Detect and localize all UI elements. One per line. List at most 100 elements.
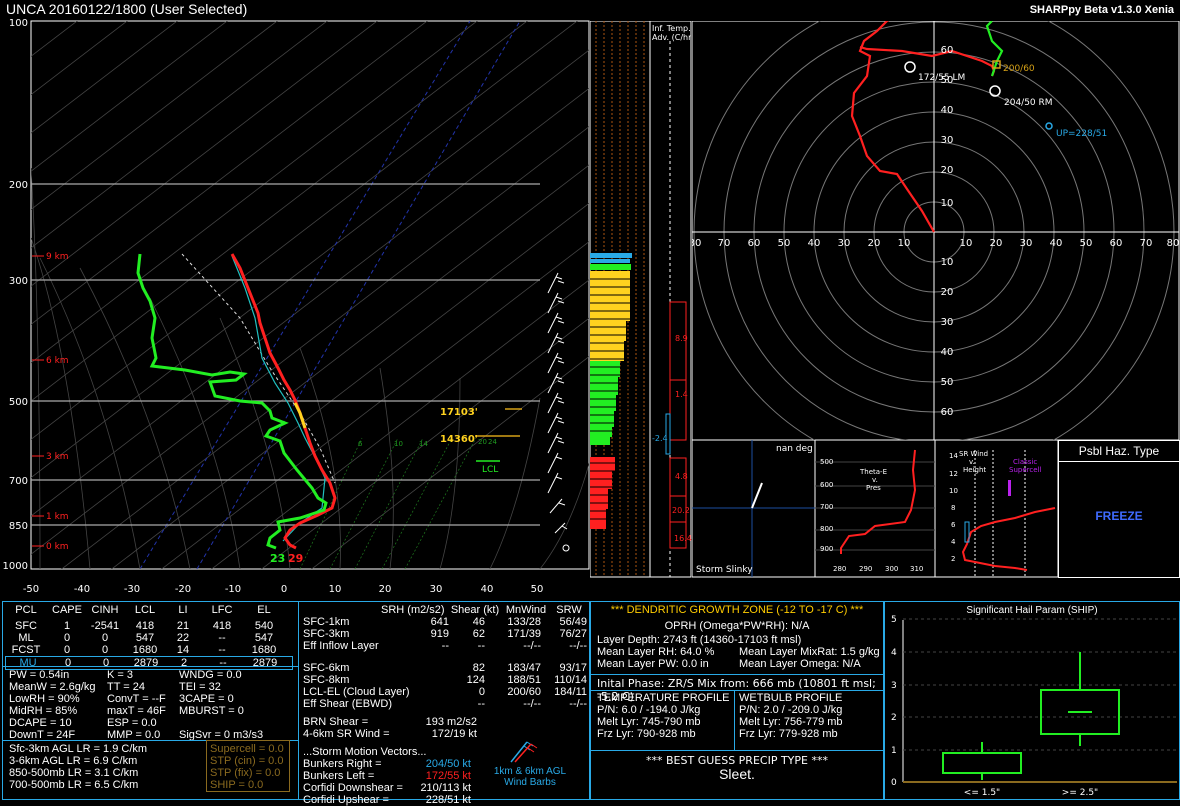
dgz-left: Mean Layer RH: 64.0 % Mean Layer PW: 0.0… bbox=[597, 646, 714, 670]
kinematics-row: Eff Shear (EBWD) -- --/-- --/-- bbox=[303, 698, 587, 710]
dgz-right: Mean Layer MixRat: 1.5 g/kg Mean Layer O… bbox=[739, 646, 880, 670]
ship-x-tick: <= 1.5" bbox=[964, 788, 1000, 798]
ring-label: 20 bbox=[990, 238, 1003, 249]
srwind-title-1: SR Wind bbox=[959, 450, 988, 458]
adv-value: 8.9 bbox=[675, 334, 688, 343]
ring-label: 20 bbox=[941, 287, 954, 298]
ring-label: 10 bbox=[941, 257, 954, 268]
adv-value: 16.4 bbox=[674, 534, 692, 543]
srwind-tick: 2 bbox=[951, 555, 955, 563]
composite-params: Supercell = 0.0 STP (cin) = 0.0 STP (fix… bbox=[206, 740, 290, 792]
parcel-cell: SFC bbox=[15, 620, 37, 632]
kin-cell: --/-- bbox=[569, 640, 587, 652]
ring-label: 60 bbox=[1110, 238, 1123, 249]
kin-cell: SFC-3km bbox=[303, 628, 350, 640]
height-label: 3 km bbox=[46, 452, 69, 462]
kin-label: Corfidi Upshear = bbox=[303, 794, 389, 806]
layer-depth-line: Layer Depth: 2743 ft (14360-17103 ft msl… bbox=[597, 634, 802, 646]
indices-col1: PW = 0.54in MeanW = 2.6g/kg LowRH = 90% … bbox=[9, 669, 96, 741]
parcel-row-sfc[interactable]: SFC 1 -2541 418 21 418 540 bbox=[3, 620, 298, 632]
ring-label: 70 bbox=[1140, 238, 1153, 249]
lcl-label: LCL bbox=[482, 465, 498, 475]
ship-tick: 4 bbox=[891, 648, 897, 658]
divider bbox=[591, 690, 883, 691]
parcel-cell: 540 bbox=[254, 620, 274, 632]
thetae-tick: 800 bbox=[820, 525, 833, 533]
parcel-header-row: PCL CAPE CINH LCL LI LFC EL bbox=[3, 604, 298, 616]
parcel-cell: -- bbox=[218, 644, 226, 656]
skewt-panel[interactable]: 100 200 300 500 700 850 1000 -50 -40 -30… bbox=[0, 18, 590, 600]
index-line: LowRH = 90% bbox=[9, 693, 80, 705]
ring-label: 40 bbox=[941, 347, 954, 358]
ring-label: 30 bbox=[1020, 238, 1033, 249]
srwind-title-2: v. bbox=[969, 458, 975, 466]
wetbulb-profile-line: Frz Lyr: 779-928 mb bbox=[739, 728, 838, 740]
kin-cell: Eff Inflow Layer bbox=[303, 640, 379, 652]
lapse-line: Sfc-3km AGL LR = 1.9 C/km bbox=[9, 743, 148, 755]
kinematics-panel: SRH (m2/s2) Shear (kt) MnWind SRW SFC-1k… bbox=[298, 601, 590, 806]
kin-cell: 82 bbox=[472, 662, 485, 674]
kin-cell: 124 bbox=[466, 674, 485, 686]
mixing-ratio-label: 10 bbox=[394, 440, 403, 448]
temp-label: -30 bbox=[124, 584, 140, 595]
lapse-line: 700-500mb LR = 6.5 C/km bbox=[9, 779, 139, 791]
divider bbox=[591, 674, 883, 675]
thetae-tick: 300 bbox=[885, 565, 898, 573]
ring-label: 40 bbox=[808, 238, 821, 249]
kin-cell: 110/14 bbox=[554, 674, 587, 686]
ring-label: 50 bbox=[778, 238, 791, 249]
temp-label: 40 bbox=[481, 584, 494, 595]
index-line: DCAPE = 10 bbox=[9, 717, 72, 729]
parcel-cell: 14 bbox=[176, 644, 190, 656]
temp-label: 20 bbox=[379, 584, 392, 595]
ring-label: 40 bbox=[941, 105, 954, 116]
ring-label: 10 bbox=[960, 238, 973, 249]
mixing-ratio-label: 14 bbox=[419, 440, 428, 448]
parcel-row-fcst[interactable]: FCST 0 0 1680 14 -- 1680 bbox=[3, 644, 298, 656]
col-header: CAPE bbox=[52, 604, 82, 616]
parcel-cell: MU bbox=[19, 657, 37, 669]
composite-line: Supercell = 0.0 bbox=[210, 743, 284, 755]
classic-supercell-tag-2: Supercell bbox=[1009, 466, 1041, 474]
parcel-row-ml[interactable]: ML 0 0 547 22 -- 547 bbox=[3, 632, 298, 644]
kin-cell bbox=[413, 698, 449, 710]
srwind-tick: 12 bbox=[949, 470, 958, 478]
col-header: LFC bbox=[211, 604, 233, 616]
ring-label: 20 bbox=[941, 165, 954, 176]
thetae-tick: 310 bbox=[910, 565, 923, 573]
divider bbox=[734, 690, 735, 750]
right-mover-label: 204/50 RM bbox=[1004, 98, 1053, 108]
ring-label: 30 bbox=[941, 317, 954, 328]
parcel-cell: 0 bbox=[101, 644, 109, 656]
temp-profile-line: Frz Lyr: 790-928 mb bbox=[597, 728, 696, 740]
parcel-row-mu[interactable]: MU 0 0 2879 2 -- 2879 bbox=[5, 656, 293, 670]
parcel-cell: 0 bbox=[101, 632, 109, 644]
col-header: EL bbox=[257, 604, 271, 616]
lfc-label: 14360' bbox=[440, 434, 478, 445]
parcel-cell: 2879 bbox=[252, 657, 278, 669]
ship-tick: 2 bbox=[891, 713, 897, 723]
hazard-panel: Psbl Haz. Type FREEZE bbox=[1058, 440, 1180, 578]
ring-label: 50 bbox=[941, 377, 954, 388]
srwind-tick: 14 bbox=[949, 452, 958, 460]
height-label: 9 km bbox=[46, 252, 69, 262]
index-line: MidRH = 85% bbox=[9, 705, 78, 717]
sfc-dewpoint-label: 23 bbox=[270, 552, 285, 565]
parcel-cell: 2879 bbox=[133, 657, 159, 669]
brn-row: BRN Shear = 193 m2/s2 bbox=[303, 716, 587, 728]
thetae-panel: Theta-E v. Pres 500 600 700 800 900 280 … bbox=[815, 440, 936, 578]
kin-label: Corfidi Downshear = bbox=[303, 782, 403, 794]
temp-profile: TEMPERATURE PROFILE P/N: 6.0 / -194.0 J/… bbox=[597, 692, 729, 740]
index-line: MeanW = 2.6g/kg bbox=[9, 681, 96, 693]
kin-cell: 0 bbox=[478, 686, 485, 698]
col-header: Shear (kt) bbox=[450, 604, 500, 616]
ship-panel: Significant Hail Param (SHIP) 5 4 3 2 1 … bbox=[884, 601, 1180, 800]
hodograph-panel[interactable]: 60 50 40 30 20 10 10 20 30 40 50 60 80 7… bbox=[692, 21, 1180, 441]
kin-cell: 919 bbox=[430, 628, 449, 640]
el-label: 17103' bbox=[440, 407, 478, 418]
adv-value: 4.8 bbox=[675, 472, 688, 481]
adv-value: -2.4 bbox=[652, 434, 668, 443]
kinematics-row: SFC-6km 82 183/47 93/17 bbox=[303, 662, 587, 674]
index-line bbox=[179, 717, 263, 729]
kin-label: BRN Shear = bbox=[303, 716, 369, 728]
